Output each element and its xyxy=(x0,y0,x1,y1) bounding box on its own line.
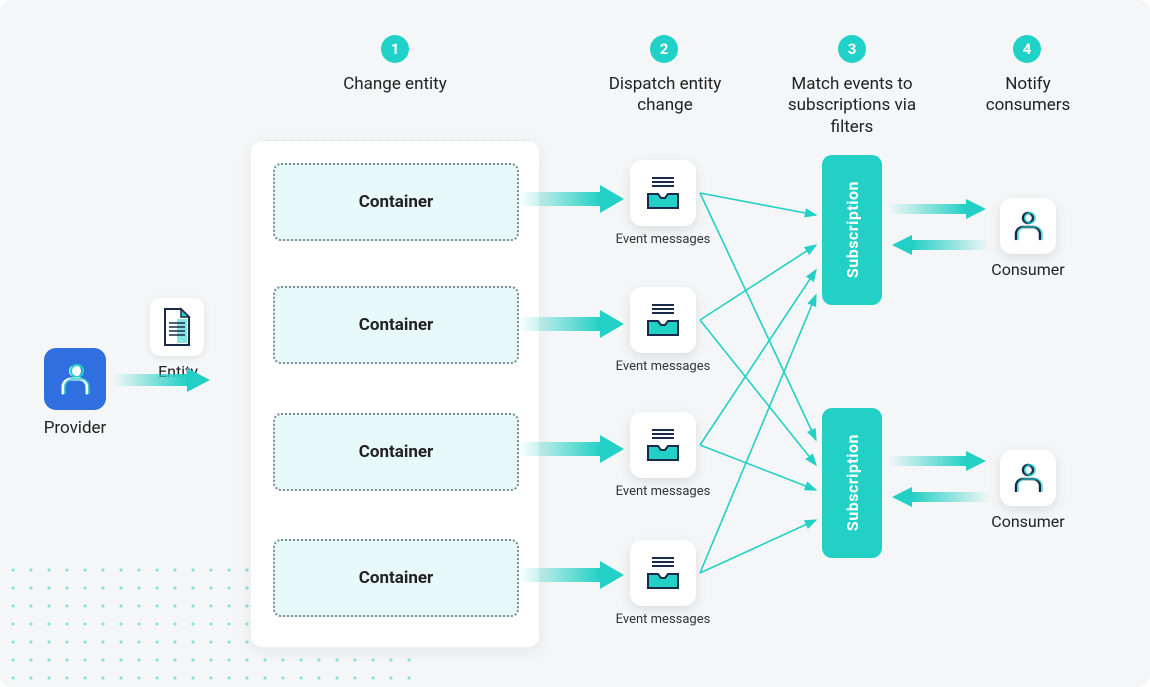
container-item: Container xyxy=(273,539,519,617)
event-messages-card xyxy=(630,540,696,606)
step-badge-1: 1 xyxy=(381,35,409,63)
event-to-subscription-lines xyxy=(700,193,816,573)
event-messages-label: Event messages xyxy=(598,359,728,374)
consumer-icon xyxy=(1000,198,1056,254)
arrow-sub-to-consumer-2 xyxy=(888,451,986,471)
document-icon xyxy=(161,307,193,347)
person-icon xyxy=(57,361,93,397)
event-messages-card xyxy=(630,160,696,226)
inbox-icon xyxy=(642,299,684,341)
container-group: Container Container Container Container xyxy=(250,140,540,648)
step-badge-4: 4 xyxy=(1013,35,1041,63)
container-item: Container xyxy=(273,286,519,364)
arrow-sub-to-consumer-1 xyxy=(888,199,986,219)
step-badge-2: 2 xyxy=(650,35,678,63)
person-icon xyxy=(1011,461,1045,495)
step-label-3: Match events to subscriptions via filter… xyxy=(770,74,934,138)
subscription-box: Subscription xyxy=(822,155,882,305)
subscription-box: Subscription xyxy=(822,408,882,558)
event-messages-card xyxy=(630,287,696,353)
consumer-label: Consumer xyxy=(978,260,1078,279)
inbox-icon xyxy=(642,552,684,594)
container-item: Container xyxy=(273,163,519,241)
subscription-label: Subscription xyxy=(843,181,862,278)
arrow-consumer-to-sub-1 xyxy=(892,235,990,255)
subscription-label: Subscription xyxy=(843,434,862,531)
step-badge-3: 3 xyxy=(838,35,866,63)
diagram-canvas: 1 Change entity 2 Dispatch entity change… xyxy=(0,0,1150,687)
step-label-2: Dispatch entity change xyxy=(590,74,740,117)
entity-icon xyxy=(150,298,204,356)
consumer-label: Consumer xyxy=(978,512,1078,531)
inbox-icon xyxy=(642,172,684,214)
provider-icon xyxy=(44,348,106,410)
provider-label: Provider xyxy=(32,418,118,438)
step-label-4: Notify consumers xyxy=(968,74,1088,117)
arrow-consumer-to-sub-2 xyxy=(892,487,990,507)
event-messages-label: Event messages xyxy=(598,484,728,499)
entity-label: Entity xyxy=(148,362,208,381)
event-messages-card xyxy=(630,412,696,478)
event-messages-label: Event messages xyxy=(598,612,728,627)
step-label-1: Change entity xyxy=(320,74,470,95)
container-item: Container xyxy=(273,413,519,491)
consumer-icon xyxy=(1000,450,1056,506)
person-icon xyxy=(1011,209,1045,243)
event-messages-label: Event messages xyxy=(598,232,728,247)
inbox-icon xyxy=(642,424,684,466)
